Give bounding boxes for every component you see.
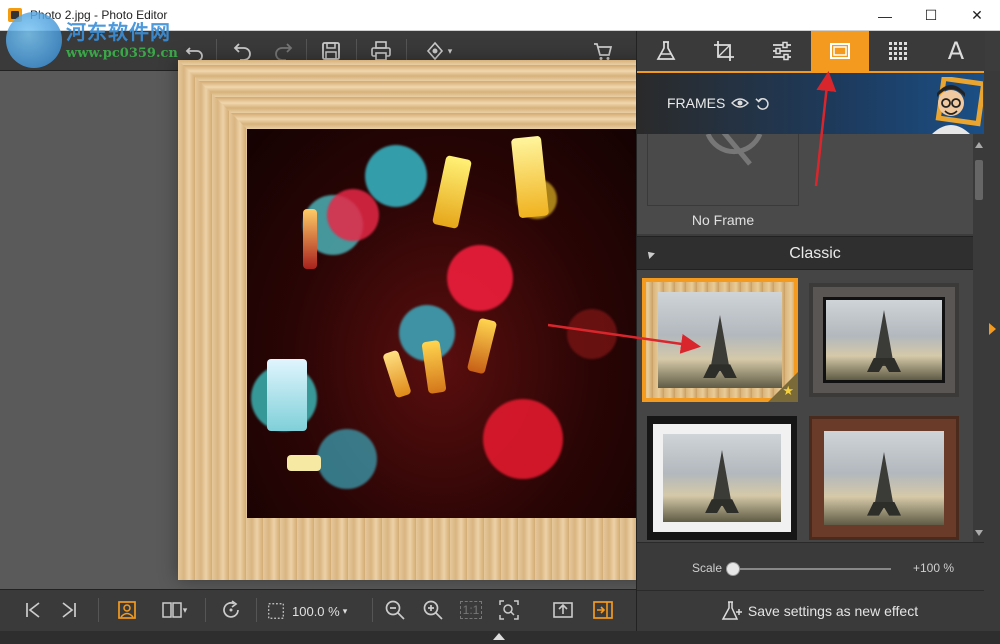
- no-frame-label: No Frame: [691, 212, 755, 228]
- scroll-thumb[interactable]: [975, 160, 983, 200]
- scale-slider-track[interactable]: [735, 568, 891, 570]
- export-icon[interactable]: [550, 598, 576, 622]
- tab-frames[interactable]: [811, 31, 869, 71]
- scroll-down-icon[interactable]: [975, 530, 983, 536]
- toggle-panel-icon[interactable]: [590, 598, 616, 622]
- no-frame-option[interactable]: [647, 134, 799, 206]
- window-controls: — ☐ ✕: [862, 0, 1000, 31]
- save-effect-button[interactable]: Save settings as new effect: [637, 590, 1000, 631]
- scroll-up-icon[interactable]: [975, 142, 983, 148]
- zoom-level: 100.0 %: [292, 603, 340, 619]
- status-bar: [0, 631, 1000, 644]
- tab-adjust[interactable]: [753, 31, 811, 71]
- frame-icon: [830, 43, 850, 59]
- frame-thumb-brown[interactable]: [809, 416, 959, 540]
- scale-label: Scale: [692, 561, 723, 575]
- scale-control: Scale +100 %: [637, 542, 1000, 590]
- fit-icon: [268, 603, 284, 619]
- compare-view-icon[interactable]: ▾: [152, 598, 196, 622]
- no-frame-area: No Frame: [637, 134, 973, 234]
- next-image-icon[interactable]: [56, 598, 82, 622]
- texture-icon: [889, 42, 907, 60]
- save-effect-label: Save settings as new effect: [747, 603, 919, 619]
- tab-crop[interactable]: [695, 31, 753, 71]
- zoom-control[interactable]: 100.0 % ▾: [266, 600, 366, 622]
- scale-slider-knob[interactable]: [726, 562, 740, 576]
- panel-side-strip: [984, 71, 1000, 631]
- panel-tabs: A: [637, 31, 985, 71]
- photo-editor-window: Photo 2.jpg - Photo Editor — ☐ ✕ 河东软件网 w…: [0, 0, 1000, 644]
- frame-thumb-dark[interactable]: [809, 283, 959, 397]
- title-bar: Photo 2.jpg - Photo Editor — ☐ ✕: [0, 0, 1000, 31]
- classic-section-label: Classic: [789, 245, 841, 262]
- wood-frame-top: [178, 60, 698, 129]
- previous-image-icon[interactable]: [20, 598, 46, 622]
- single-view-icon[interactable]: [114, 598, 140, 622]
- zoom-fit-icon[interactable]: [496, 598, 522, 622]
- actual-size-icon[interactable]: 1:1: [458, 598, 484, 622]
- tab-text[interactable]: A: [927, 31, 985, 71]
- reset-icon[interactable]: [755, 96, 770, 111]
- star-icon: ★: [782, 383, 794, 398]
- maximize-button[interactable]: ☐: [908, 0, 954, 31]
- expand-panel-icon[interactable]: [989, 323, 996, 335]
- frames-header: FRAMES: [637, 71, 985, 135]
- app-icon: [8, 8, 22, 22]
- classic-section-header[interactable]: Classic: [637, 236, 973, 270]
- frame-thumb-white[interactable]: [647, 416, 797, 540]
- scale-value: +100 %: [913, 561, 955, 575]
- rotate-icon[interactable]: [218, 598, 244, 622]
- frame-thumb-light-wood[interactable]: ★: [642, 278, 798, 402]
- flask-icon: [656, 41, 676, 60]
- text-icon: A: [947, 37, 965, 65]
- minimize-button[interactable]: —: [862, 0, 908, 31]
- edited-photo[interactable]: [247, 129, 636, 518]
- tab-effects[interactable]: [637, 31, 695, 71]
- tab-texture[interactable]: [869, 31, 927, 71]
- bottom-toolbar: ▾ 100.0 % ▾ 1:1: [0, 589, 636, 631]
- close-button[interactable]: ✕: [954, 0, 1000, 31]
- crop-icon: [714, 41, 734, 61]
- zoom-in-icon[interactable]: [420, 598, 446, 622]
- zoom-out-icon[interactable]: [382, 598, 408, 622]
- mascot-avatar: [931, 77, 983, 135]
- frames-title: FRAMES: [667, 95, 726, 111]
- window-title: Photo 2.jpg - Photo Editor: [30, 8, 168, 22]
- frame-gallery: ★: [637, 270, 973, 542]
- expand-filmstrip-icon[interactable]: [493, 633, 505, 640]
- no-frame-icon: [705, 134, 763, 166]
- flask-plus-icon: [721, 601, 742, 620]
- eye-icon[interactable]: [731, 97, 750, 109]
- effects-panel: A FRAMES No Frame Classic ★ Scale +100 %…: [636, 31, 1000, 631]
- sliders-icon: [773, 41, 791, 61]
